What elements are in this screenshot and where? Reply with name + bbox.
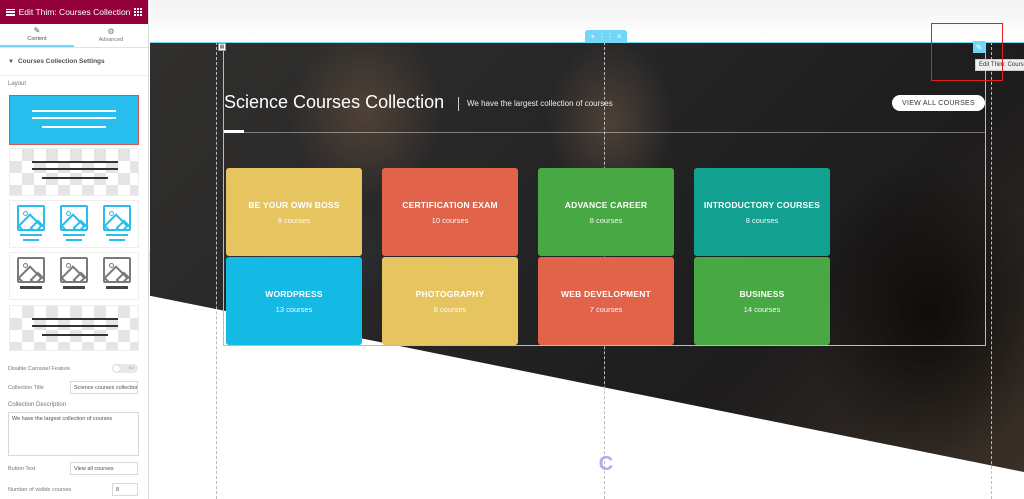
layout-option-5[interactable] <box>9 305 139 351</box>
sidebar-tabs: ✎ Content ⚙ Advanced <box>0 24 148 48</box>
layout-option-3[interactable] <box>9 200 139 248</box>
layout-option-2[interactable] <box>9 148 139 196</box>
visible-courses-input[interactable]: 8 <box>112 483 138 496</box>
carousel-toggle[interactable]: NO <box>112 364 138 373</box>
layout-option-1[interactable] <box>9 95 139 145</box>
header-divider <box>224 132 985 133</box>
visible-courses-label: Number of visible courses <box>8 486 72 493</box>
caret-down-icon: ▼ <box>8 58 14 65</box>
column-guide-left <box>216 42 217 499</box>
category-name: Photography <box>415 288 485 299</box>
category-tile[interactable]: Web Development 7 courses <box>538 257 674 345</box>
tab-advanced-label: Advanced <box>98 37 124 43</box>
annotation-highlight-box <box>931 23 1003 81</box>
tab-advanced[interactable]: ⚙ Advanced <box>74 24 148 47</box>
close-section-icon[interactable]: × <box>617 32 622 41</box>
category-count: 8 courses <box>589 215 623 225</box>
category-tile[interactable]: Be your own boss 9 courses <box>226 168 362 256</box>
category-name: Web Development <box>561 288 651 299</box>
sidebar-header: Edit Thim: Courses Collection <box>0 0 148 24</box>
category-tile[interactable]: Business 14 courses <box>694 257 830 345</box>
collection-title: Science Courses Collection <box>224 92 445 112</box>
widgets-grid-icon[interactable] <box>134 8 142 16</box>
pencil-icon: ✎ <box>33 26 41 35</box>
category-count: 13 courses <box>275 304 313 314</box>
image-placeholder-icon <box>17 257 46 295</box>
carousel-row: Disable Carousel Feature NO <box>8 364 138 373</box>
section-toggle-courses-collection-settings[interactable]: ▼ Courses Collection Settings <box>0 48 148 76</box>
sidebar-title: Edit Thim: Courses Collection <box>18 7 131 17</box>
editor-canvas: + ⋮⋮ × ▦ ✎ Edit Thim: Courses Collection… <box>150 0 1024 499</box>
title-separator <box>458 97 459 111</box>
category-name: Be your own boss <box>248 199 340 210</box>
category-name: Certification exam <box>402 199 498 210</box>
category-tile[interactable]: Advance career 8 courses <box>538 168 674 256</box>
layout-preview-line <box>42 177 108 179</box>
layout-preview-line <box>42 126 106 128</box>
button-text-input[interactable]: View all courses <box>70 462 138 475</box>
button-text-row: Button Text View all courses <box>8 462 138 475</box>
image-placeholder-icon <box>59 205 88 243</box>
collection-title-input[interactable]: Science courses collection <box>70 381 138 394</box>
carousel-label: Disable Carousel Feature <box>8 365 71 372</box>
drag-section-icon[interactable]: ⋮⋮ <box>598 32 614 41</box>
category-count: 7 courses <box>589 304 623 314</box>
collection-title-label: Collection Title <box>8 384 44 391</box>
category-tile[interactable]: Introductory courses 8 courses <box>694 168 830 256</box>
category-name: Wordpress <box>265 288 323 299</box>
hamburger-menu-icon[interactable] <box>6 8 15 16</box>
view-all-courses-button[interactable]: VIEW ALL COURSES <box>892 95 985 111</box>
layout-label: Layout <box>8 81 27 87</box>
category-tile[interactable]: Wordpress 13 courses <box>226 257 362 345</box>
layout-preview-line <box>32 110 116 112</box>
category-name: Business <box>739 288 785 299</box>
layout-preview-line <box>32 168 118 170</box>
add-section-icon[interactable]: + <box>590 32 595 41</box>
toggle-text: NO <box>128 366 134 370</box>
category-count: 9 courses <box>277 215 311 225</box>
collection-desc-textarea[interactable]: We have the largest collection of course… <box>8 412 139 456</box>
collection-desc-label: Collection Description <box>8 402 67 408</box>
layout-preview-line <box>42 334 108 336</box>
layout-preview-line <box>32 318 118 320</box>
layout-preview-line <box>32 161 118 163</box>
category-tile[interactable]: Certification exam 10 courses <box>382 168 518 256</box>
category-tile[interactable]: Photography 8 courses <box>382 257 518 345</box>
visible-courses-row: Number of visible courses 8 <box>8 483 138 496</box>
layout-option-4[interactable] <box>9 252 139 300</box>
layout-preview-line <box>32 325 118 327</box>
category-count: 8 courses <box>745 215 779 225</box>
category-name: Advance career <box>564 199 648 210</box>
tab-content-label: Content <box>27 36 47 42</box>
section-title: Courses Collection Settings <box>17 58 105 65</box>
category-count: 14 courses <box>743 304 781 314</box>
image-placeholder-icon <box>102 205 131 243</box>
collection-description: We have the largest collection of course… <box>467 99 613 108</box>
button-text-label: Button Text <box>8 465 36 472</box>
image-placeholder-icon <box>17 205 46 243</box>
tab-content[interactable]: ✎ Content <box>0 24 74 47</box>
section-handle[interactable]: + ⋮⋮ × <box>585 30 627 42</box>
category-count: 10 courses <box>431 215 469 225</box>
loading-logo-icon: C <box>598 453 614 475</box>
course-category-grid: Be your own boss 9 courses Certification… <box>226 168 830 346</box>
image-placeholder-icon <box>59 257 88 295</box>
collection-title-row: Collection Title Science courses collect… <box>8 381 138 394</box>
category-count: 8 courses <box>433 304 467 314</box>
category-name: Introductory courses <box>703 199 821 210</box>
editor-sidebar: Edit Thim: Courses Collection ✎ Content … <box>0 0 149 499</box>
gear-icon: ⚙ <box>107 27 115 36</box>
layout-preview-line <box>32 117 116 119</box>
column-handle-icon[interactable]: ▦ <box>218 43 226 51</box>
image-placeholder-icon <box>102 257 131 295</box>
column-guide-right <box>991 42 992 499</box>
header-divider-accent <box>224 130 244 133</box>
